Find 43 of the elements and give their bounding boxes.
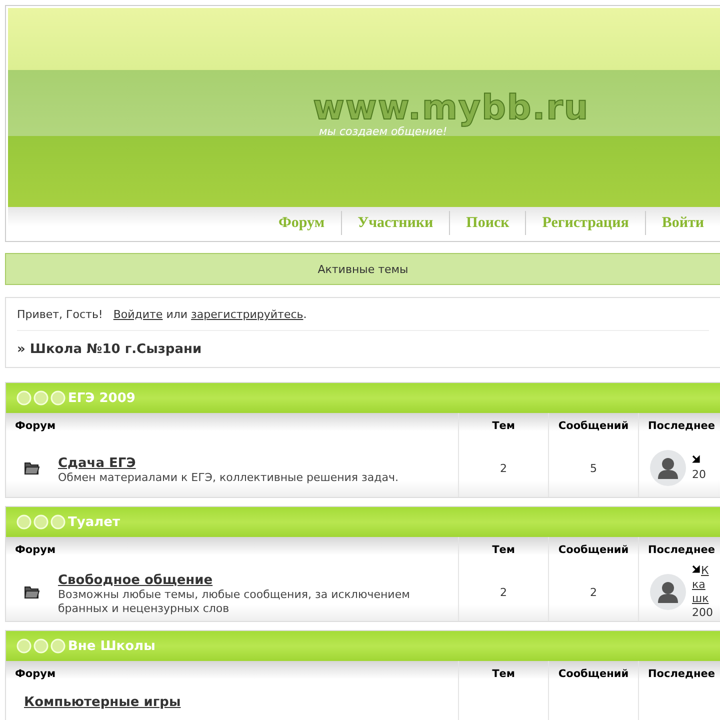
register-link[interactable]: зарегистрируйтесь <box>191 308 304 321</box>
folder-icon <box>24 461 40 475</box>
last-post-link[interactable]: ка <box>692 578 713 592</box>
forum-link[interactable]: Сдача ЕГЭ <box>58 456 136 470</box>
topic-count: 2 <box>500 462 507 474</box>
last-post-link[interactable]: шк <box>692 592 713 606</box>
forum-description: Возможны любые темы, любые сообщения, за исключением бранных и нецензурных слов <box>58 588 411 616</box>
avatar-icon <box>650 450 686 486</box>
column-header: Сообщений <box>548 413 638 439</box>
dots-icon <box>16 638 66 654</box>
column-header: Последнее <box>638 537 720 563</box>
column-header: Тем <box>458 413 548 439</box>
column-header: Тем <box>458 661 548 687</box>
slogan: мы создаем общение! <box>319 125 448 138</box>
dots-icon <box>16 514 66 530</box>
forum-link[interactable]: Компьютерные игры <box>24 695 181 710</box>
post-count: 5 <box>590 462 597 474</box>
last-post-date: 200 <box>692 606 713 620</box>
arrow-icon <box>692 455 701 464</box>
column-header: Сообщений <box>548 537 638 563</box>
column-header: Последнее <box>638 413 720 439</box>
category-title: ЕГЭ 2009 <box>68 390 136 406</box>
last-post-date: 20 <box>692 468 706 482</box>
forum-description: Обмен материалами к ЕГЭ, коллективные решения задач. <box>58 470 398 484</box>
category-title: Вне Школы <box>68 638 156 654</box>
login-link[interactable]: Войдите <box>113 308 163 321</box>
active-topics-bar[interactable]: Активные темы <box>5 253 720 285</box>
breadcrumb: » Школа №10 г.Сызрани <box>17 341 203 359</box>
period-text: . <box>303 308 307 321</box>
arrow-icon <box>692 565 701 574</box>
post-count: 2 <box>590 586 597 598</box>
dots-icon <box>16 390 66 406</box>
forum-link[interactable]: Свободное общение <box>58 572 213 588</box>
or-text: или <box>166 308 188 321</box>
greeting-text: Привет, Гость! <box>17 308 103 321</box>
column-header: Тем <box>458 537 548 563</box>
topic-count: 2 <box>500 586 507 598</box>
avatar-icon <box>650 574 686 610</box>
last-post-link[interactable]: К <box>701 564 709 577</box>
column-header: Последнее <box>638 661 720 687</box>
folder-icon <box>24 585 40 599</box>
category-title: Туалет <box>68 514 120 530</box>
column-header: Сообщений <box>548 661 638 687</box>
